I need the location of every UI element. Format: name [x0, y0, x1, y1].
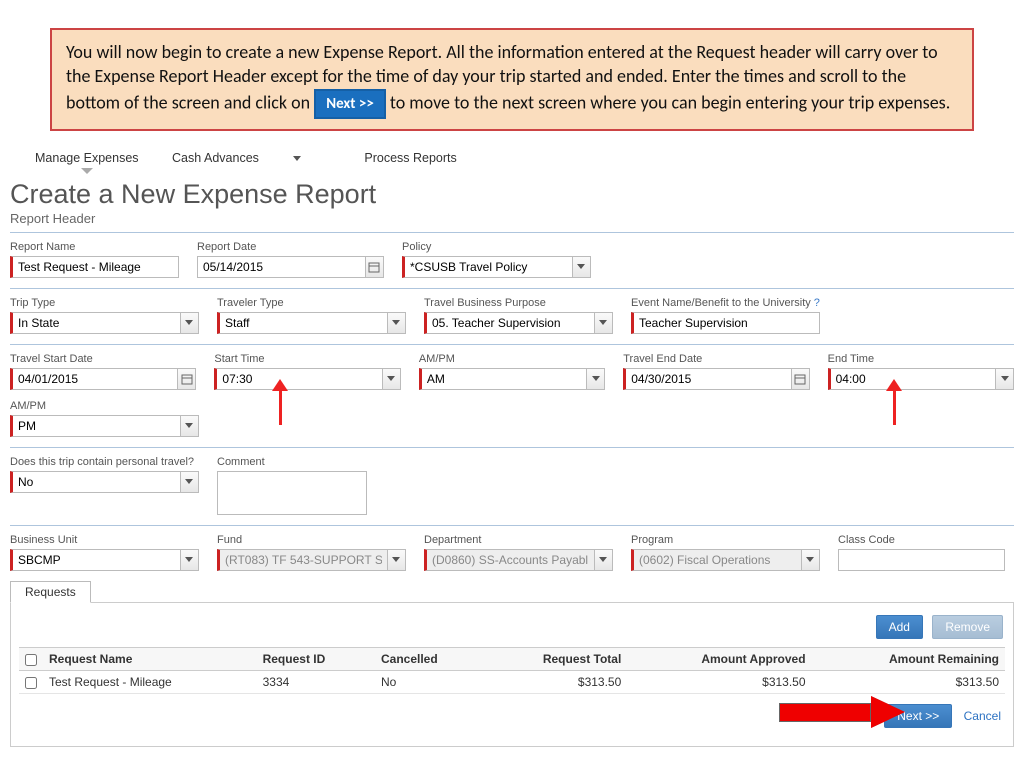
- field-traveler-type: Traveler Type: [217, 297, 406, 334]
- field-end-ampm: AM/PM: [10, 400, 199, 437]
- field-business-unit: Business Unit: [10, 534, 199, 571]
- chevron-down-icon[interactable]: [595, 312, 613, 334]
- field-report-date: Report Date: [197, 241, 384, 278]
- table-row: Test Request - Mileage 3334 No $313.50 $…: [19, 670, 1005, 693]
- cancel-link[interactable]: Cancel: [964, 709, 1001, 723]
- report-name-input[interactable]: [10, 256, 179, 278]
- next-button[interactable]: Next >>: [884, 704, 952, 728]
- tab-process-reports[interactable]: Process Reports: [364, 151, 456, 165]
- divider: [10, 447, 1014, 448]
- event-name-input[interactable]: [631, 312, 820, 334]
- department-input: [424, 549, 595, 571]
- chevron-down-icon[interactable]: [181, 312, 199, 334]
- chevron-down-icon[interactable]: [802, 549, 820, 571]
- top-nav: Manage Expenses Cash Advances Process Re…: [35, 151, 1024, 165]
- page-subtitle: Report Header: [10, 211, 1014, 226]
- field-class-code: Class Code: [838, 534, 1005, 571]
- chevron-down-icon[interactable]: [388, 312, 406, 334]
- callout-text-after: to move to the next screen where you can…: [390, 91, 950, 113]
- calendar-icon[interactable]: [178, 368, 196, 390]
- divider: [10, 344, 1014, 345]
- calendar-icon[interactable]: [792, 368, 810, 390]
- field-end-time: End Time: [828, 353, 1014, 390]
- end-time-input[interactable]: [828, 368, 996, 390]
- divider: [10, 525, 1014, 526]
- field-department: Department: [424, 534, 613, 571]
- requests-table: Request Name Request ID Cancelled Reques…: [19, 647, 1005, 694]
- page-title: Create a New Expense Report: [10, 179, 1014, 210]
- travel-end-input[interactable]: [623, 368, 791, 390]
- program-input: [631, 549, 802, 571]
- callout-next-chip: Next >>: [314, 89, 386, 119]
- comment-input[interactable]: [217, 471, 367, 515]
- field-personal-travel: Does this trip contain personal travel?: [10, 456, 199, 515]
- field-program: Program: [631, 534, 820, 571]
- tab-cash-advances[interactable]: Cash Advances: [172, 151, 331, 165]
- class-code-input[interactable]: [838, 549, 1005, 571]
- policy-input[interactable]: [402, 256, 573, 278]
- chevron-down-icon: [293, 156, 301, 161]
- field-event-name: Event Name/Benefit to the University?: [631, 297, 820, 334]
- field-travel-end: Travel End Date: [623, 353, 809, 390]
- calendar-icon[interactable]: [366, 256, 384, 278]
- remove-button[interactable]: Remove: [932, 615, 1003, 639]
- chevron-down-icon[interactable]: [388, 549, 406, 571]
- field-fund: Fund: [217, 534, 406, 571]
- tab-manage-expenses[interactable]: Manage Expenses: [35, 151, 139, 165]
- chevron-down-icon[interactable]: [181, 471, 199, 493]
- chevron-down-icon[interactable]: [996, 368, 1014, 390]
- row-checkbox[interactable]: [25, 677, 37, 689]
- fund-input: [217, 549, 388, 571]
- chevron-down-icon[interactable]: [181, 549, 199, 571]
- chevron-down-icon[interactable]: [587, 368, 605, 390]
- travel-start-input[interactable]: [10, 368, 178, 390]
- personal-travel-input[interactable]: [10, 471, 181, 493]
- requests-section: Requests Add Remove Request Name Request…: [10, 581, 1014, 747]
- select-all-checkbox[interactable]: [25, 654, 37, 666]
- add-button[interactable]: Add: [876, 615, 923, 639]
- chevron-down-icon[interactable]: [573, 256, 591, 278]
- start-ampm-input[interactable]: [419, 368, 587, 390]
- instructional-callout: You will now begin to create a new Expen…: [50, 28, 974, 131]
- start-time-input[interactable]: [214, 368, 382, 390]
- traveler-type-input[interactable]: [217, 312, 388, 334]
- tab-requests[interactable]: Requests: [10, 581, 91, 603]
- travel-purpose-input[interactable]: [424, 312, 595, 334]
- report-date-input[interactable]: [197, 256, 366, 278]
- chevron-down-icon[interactable]: [595, 549, 613, 571]
- end-ampm-input[interactable]: [10, 415, 181, 437]
- business-unit-input[interactable]: [10, 549, 181, 571]
- field-report-name: Report Name: [10, 241, 179, 278]
- chevron-down-icon[interactable]: [383, 368, 401, 390]
- field-policy: Policy: [402, 241, 591, 278]
- divider: [10, 288, 1014, 289]
- help-icon[interactable]: ?: [814, 297, 820, 309]
- field-comment: Comment: [217, 456, 367, 515]
- trip-type-input[interactable]: [10, 312, 181, 334]
- field-start-time: Start Time: [214, 353, 400, 390]
- divider: [10, 232, 1014, 233]
- chevron-down-icon[interactable]: [181, 415, 199, 437]
- field-travel-purpose: Travel Business Purpose: [424, 297, 613, 334]
- field-travel-start: Travel Start Date: [10, 353, 196, 390]
- field-trip-type: Trip Type: [10, 297, 199, 334]
- field-start-ampm: AM/PM: [419, 353, 605, 390]
